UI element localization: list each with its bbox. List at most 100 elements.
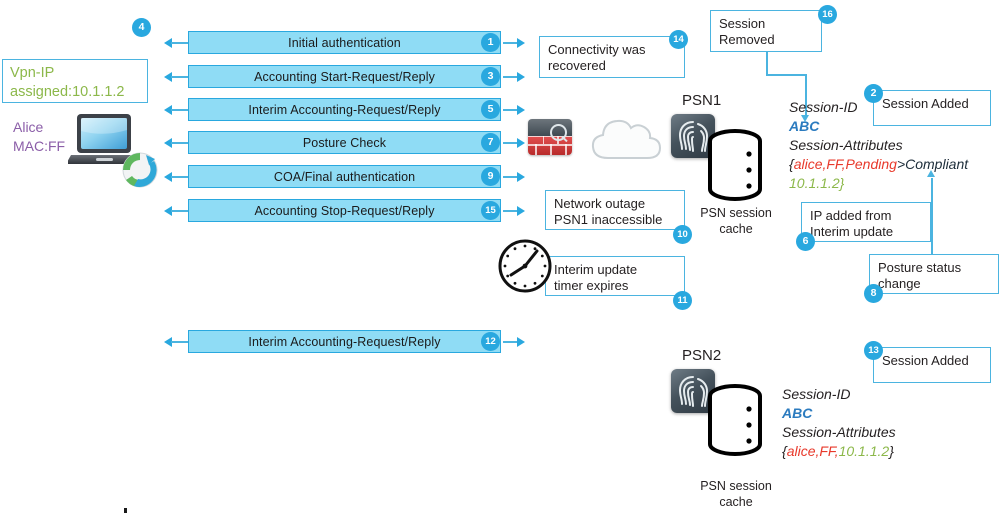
flow-arrow-right-5 bbox=[517, 172, 525, 182]
endpoint-user-name: Alice bbox=[13, 119, 44, 135]
flow-line-left-3 bbox=[171, 109, 188, 111]
callout-connectivity-recovered: Connectivity was recovered bbox=[539, 36, 685, 78]
psn2-session-id-value: ABC bbox=[782, 404, 813, 421]
step-badge-14: 14 bbox=[669, 30, 688, 49]
flow-bar-label: Posture Check bbox=[302, 135, 387, 150]
psn2-attrs-green: 10.1.1.2 bbox=[838, 442, 890, 459]
connector-session-removed-v1 bbox=[766, 52, 768, 75]
flow-bar-label: Accounting Start-Request/Reply bbox=[254, 69, 435, 84]
psn1-session-id-value: ABC bbox=[789, 117, 820, 134]
psn1-session-details: Session-ID ABC Session-Attributes {alice… bbox=[789, 98, 999, 192]
psn1-session-attrs-label: Session-Attributes bbox=[789, 136, 903, 153]
step-badge-15: 15 bbox=[481, 201, 500, 220]
flow-bar-label: Accounting Stop-Request/Reply bbox=[254, 203, 435, 218]
psn1-database-icon bbox=[707, 128, 763, 209]
psn1-session-id-label: Session-ID bbox=[789, 99, 858, 115]
flow-bar-3[interactable]: Interim Accounting-Request/Reply bbox=[188, 98, 501, 121]
flow-line-left-4 bbox=[171, 142, 188, 144]
step-badge-4: 4 bbox=[132, 18, 151, 37]
step-badge-11: 11 bbox=[673, 291, 692, 310]
flow-bar-7[interactable]: Interim Accounting-Request/Reply bbox=[188, 330, 501, 353]
vpn-ip-line-2: assigned:10.1.1.2 bbox=[10, 83, 125, 100]
step-badge-12: 12 bbox=[481, 332, 500, 351]
flow-bar-1[interactable]: Initial authentication bbox=[188, 31, 501, 54]
psn1-attrs-red: alice,FF,Pending bbox=[793, 155, 897, 172]
step-badge-1: 1 bbox=[481, 33, 500, 52]
step-badge-6: 6 bbox=[796, 232, 815, 251]
callout-line-1: Session bbox=[719, 16, 766, 31]
callout-session-removed: Session Removed bbox=[710, 10, 822, 52]
psn2-session-details: Session-ID ABC Session-Attributes {alice… bbox=[782, 385, 992, 461]
psn1-cache-line-2: cache bbox=[719, 221, 753, 236]
psn1-label: PSN1 bbox=[682, 92, 722, 109]
flow-arrow-right-6 bbox=[517, 206, 525, 216]
step-badge-3: 3 bbox=[481, 67, 500, 86]
callout-line-2: recovered bbox=[548, 58, 606, 74]
step-badge-16: 16 bbox=[818, 5, 837, 24]
step-badge-9: 9 bbox=[481, 167, 500, 186]
flow-bar-label: Interim Accounting-Request/Reply bbox=[248, 334, 441, 349]
flow-line-left-2 bbox=[171, 76, 188, 78]
vpn-ip-line-1: Vpn-IP bbox=[10, 65, 55, 81]
psn2-session-id-label: Session-ID bbox=[782, 386, 851, 402]
flow-line-right-4 bbox=[503, 142, 518, 144]
psn2-cache-label: PSN session cache bbox=[690, 479, 782, 510]
step-badge-5: 5 bbox=[481, 100, 500, 119]
connector-posture-v1 bbox=[931, 242, 933, 255]
callout-ip-added: IP added from Interim update bbox=[801, 202, 931, 242]
flow-bar-4[interactable]: Posture Check bbox=[188, 131, 501, 154]
flow-arrow-right-1 bbox=[517, 38, 525, 48]
flow-arrow-right-7 bbox=[517, 337, 525, 347]
diagram-canvas: Initial authentication 1 Accounting Star… bbox=[0, 0, 999, 515]
psn2-attrs-red-1: alice, bbox=[786, 442, 820, 459]
flow-line-left-5 bbox=[171, 176, 188, 178]
flow-bar-label: Interim Accounting-Request/Reply bbox=[248, 102, 441, 117]
psn2-session-attrs-label: Session-Attributes bbox=[782, 423, 896, 440]
step-badge-7: 7 bbox=[481, 133, 500, 152]
globe-icon bbox=[120, 150, 160, 195]
page-artifact-mark bbox=[124, 508, 127, 513]
flow-line-right-1 bbox=[503, 42, 518, 44]
callout-line-2: Interim update bbox=[810, 224, 894, 240]
callout-line-2: PSN1 inaccessible bbox=[554, 212, 663, 228]
psn1-attrs-dark: >Compliant bbox=[896, 155, 969, 172]
flow-bar-6[interactable]: Accounting Stop-Request/Reply bbox=[188, 199, 501, 222]
psn2-label: PSN2 bbox=[682, 347, 722, 364]
cloud-icon bbox=[586, 112, 668, 171]
flow-arrow-right-3 bbox=[517, 105, 525, 115]
flow-line-right-6 bbox=[503, 210, 518, 212]
psn1-cache-label: PSN session cache bbox=[690, 206, 782, 237]
psn2-cache-line-2: cache bbox=[719, 494, 753, 509]
callout-line-1: Network outage bbox=[554, 196, 646, 211]
psn1-attrs-green: 10.1.1.2 bbox=[789, 174, 840, 191]
callout-line-1: IP added from bbox=[810, 208, 892, 223]
flow-bar-label: COA/Final authentication bbox=[273, 169, 416, 184]
firewall-icon bbox=[528, 119, 572, 155]
callout-line-1: Interim update bbox=[554, 262, 638, 277]
connector-session-removed-h bbox=[766, 74, 806, 76]
step-badge-8: 8 bbox=[864, 284, 883, 303]
connector-posture-v2 bbox=[931, 196, 933, 243]
psn2-attrs-close: } bbox=[889, 442, 894, 459]
callout-posture-status: Posture status change bbox=[869, 254, 999, 294]
endpoint-user-mac: MAC:FF bbox=[13, 137, 66, 154]
flow-bar-2[interactable]: Accounting Start-Request/Reply bbox=[188, 65, 501, 88]
callout-line-2: Removed bbox=[719, 32, 775, 48]
callout-network-outage: Network outage PSN1 inaccessible bbox=[545, 190, 685, 230]
callout-line-2: timer expires bbox=[554, 278, 629, 294]
callout-line-1: Posture status bbox=[878, 260, 962, 275]
flow-line-left-6 bbox=[171, 210, 188, 212]
flow-bar-5[interactable]: COA/Final authentication bbox=[188, 165, 501, 188]
psn2-attrs-red-2: FF, bbox=[819, 442, 839, 459]
flow-line-left-7 bbox=[171, 341, 188, 343]
callout-timer-expires: Interim update timer expires bbox=[545, 256, 685, 296]
flow-line-right-3 bbox=[503, 109, 518, 111]
psn1-cache-line-1: PSN session bbox=[700, 206, 772, 220]
psn2-cache-line-1: PSN session bbox=[700, 479, 772, 493]
step-badge-13: 13 bbox=[864, 341, 883, 360]
flow-line-left-1 bbox=[171, 42, 188, 44]
callout-session-added-psn2: Session Added bbox=[873, 347, 991, 383]
endpoint-user-label: Alice MAC:FF bbox=[13, 118, 65, 156]
vpn-ip-callout: Vpn-IP assigned:10.1.1.2 bbox=[2, 59, 148, 103]
flow-arrow-right-4 bbox=[517, 138, 525, 148]
